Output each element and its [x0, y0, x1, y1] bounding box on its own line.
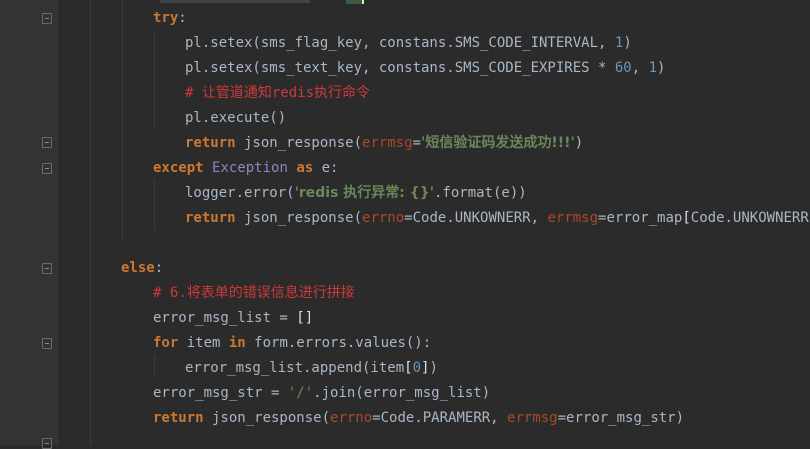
- code-token-kw: return: [185, 135, 236, 151]
- code-token-num: 1: [648, 60, 658, 76]
- code-token-id: pl.execute(): [185, 110, 287, 126]
- code-line[interactable]: # 6.将表单的错误信息进行拼接: [153, 281, 355, 306]
- code-editor[interactable]: try: pl.setex(sms_flag_key, constans.SMS…: [0, 0, 810, 445]
- code-token-id: logger.error(: [185, 185, 295, 201]
- code-token-param: errno: [330, 410, 373, 426]
- code-line[interactable]: return json_response(errmsg='短信验证码发送成功!!…: [185, 131, 583, 156]
- code-token-id: ): [574, 135, 584, 151]
- code-token-param: errno: [362, 210, 405, 226]
- code-token-id: pl.setex(sms_flag_key, constans.SMS_CODE…: [185, 35, 615, 51]
- code-token-id: [204, 160, 212, 176]
- code-token-id: error_msg_str =: [153, 385, 288, 401]
- code-token-id: json_response(: [203, 410, 331, 426]
- code-token-cmt: # 让管道通知redis执行命令: [185, 85, 371, 101]
- code-token-id: error_msg_list.append(item: [185, 360, 405, 376]
- code-token-str: 'redis 执行异常: {}': [294, 185, 434, 201]
- code-token-param: errmsg: [362, 135, 413, 151]
- code-line[interactable]: # 让管道通知redis执行命令: [185, 81, 370, 106]
- code-line[interactable]: error_msg_list.append(item[0]): [185, 356, 438, 381]
- code-token-br: [: [682, 210, 691, 226]
- code-line[interactable]: error_msg_list = []: [153, 306, 313, 331]
- code-token-kw: try: [153, 10, 179, 26]
- code-token-num: 0: [412, 360, 422, 376]
- code-line[interactable]: return json_response(errno=Code.UNKOWNER…: [185, 206, 810, 231]
- code-token-id: ): [657, 60, 666, 76]
- code-line[interactable]: except Exception as e:: [153, 156, 338, 181]
- code-line[interactable]: pl.setex(sms_flag_key, constans.SMS_CODE…: [185, 31, 632, 56]
- code-line[interactable]: try:: [153, 6, 187, 31]
- code-token-id: json_response(: [235, 210, 363, 226]
- code-line[interactable]: logger.error('redis 执行异常: {}'.format(e)): [185, 181, 527, 206]
- code-token-id: form.errors.values():: [245, 335, 432, 351]
- code-token-id: item: [178, 335, 229, 351]
- code-token-kw: return: [153, 410, 204, 426]
- code-token-br: [: [404, 360, 413, 376]
- code-token-cls: Exception: [212, 160, 288, 176]
- code-line[interactable]: return json_response(errno=Code.PARAMERR…: [153, 406, 684, 431]
- code-token-id: json_response(: [235, 135, 363, 151]
- code-token-id: =error_map: [598, 210, 683, 226]
- code-line[interactable]: error_msg_str = '/'.join(error_msg_list): [153, 381, 490, 406]
- code-token-id: :: [154, 260, 164, 276]
- code-token-op: :: [178, 10, 187, 26]
- code-token-num: 60: [614, 60, 632, 76]
- code-token-kw: except: [153, 160, 204, 176]
- code-token-id: ,: [631, 60, 649, 76]
- code-token-id: error_msg_list =: [153, 310, 297, 326]
- code-token-br: []: [296, 310, 314, 326]
- code-token-id: .join(error_msg_list): [313, 385, 491, 401]
- code-token-kw: for: [153, 335, 179, 351]
- code-line[interactable]: for item in form.errors.values():: [153, 331, 431, 356]
- code-token-str: '短信验证码发送成功!!!': [421, 135, 575, 151]
- code-token-cmt: # 6.将表单的错误信息进行拼接: [153, 285, 355, 301]
- code-token-str: '/': [287, 385, 314, 401]
- code-token-param: errmsg: [507, 410, 558, 426]
- code-token-id: =Code.PARAMERR,: [372, 410, 508, 426]
- code-token-id: =error_msg_str): [557, 410, 685, 426]
- code-line[interactable]: pl.setex(sms_text_key, constans.SMS_CODE…: [185, 56, 665, 81]
- code-token-id: ): [623, 35, 632, 51]
- code-token-kw: else: [121, 260, 155, 276]
- code-token-id: pl.setex(sms_text_key, constans.SMS_CODE…: [185, 60, 615, 76]
- code-token-id: e:: [313, 160, 339, 176]
- code-line[interactable]: pl.execute(): [185, 106, 286, 131]
- code-token-kw: as: [296, 160, 314, 176]
- code-token-id: Code.UNKOWNERR: [690, 210, 809, 226]
- code-token-kw: in: [228, 335, 246, 351]
- code-token-id: =Code.UNKOWNERR,: [404, 210, 548, 226]
- code-token-param: errmsg: [547, 210, 599, 226]
- code-token-kw: return: [185, 210, 236, 226]
- code-line[interactable]: else:: [121, 256, 163, 281]
- code-token-id: =: [412, 135, 422, 151]
- code-token-id: ): [429, 360, 438, 376]
- code-token-id: .format(e)): [433, 185, 527, 201]
